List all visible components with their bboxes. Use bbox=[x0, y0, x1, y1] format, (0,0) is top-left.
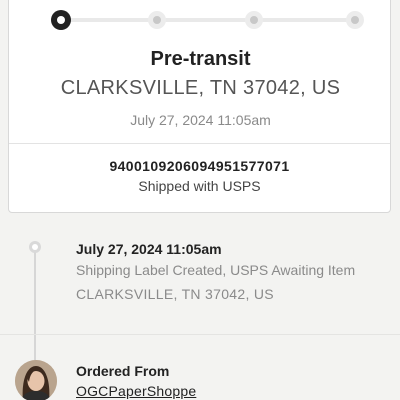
status-block: Pre-transit CLARKSVILLE, TN 37042, US Ju… bbox=[9, 47, 392, 129]
ordered-from-label: Ordered From bbox=[76, 363, 170, 379]
shop-avatar[interactable] bbox=[15, 360, 57, 400]
progress-step-4 bbox=[346, 11, 364, 29]
card-divider bbox=[9, 143, 390, 144]
avatar-portrait-icon bbox=[15, 360, 57, 400]
event-location: CLARKSVILLE, TN 37042, US bbox=[76, 286, 274, 302]
status-date: July 27, 2024 11:05am bbox=[130, 112, 271, 128]
progress-step-2 bbox=[148, 11, 166, 29]
status-location: CLARKSVILLE, TN 37042, US bbox=[60, 77, 341, 99]
tracking-info: 9400109206094951577071 Shipped with USPS bbox=[9, 157, 390, 195]
progress-step-3 bbox=[245, 11, 263, 29]
timeline-dot bbox=[29, 241, 41, 253]
event-description: Shipping Label Created, USPS Awaiting It… bbox=[76, 262, 356, 278]
tracking-event: July 27, 2024 11:05am Shipping Label Cre… bbox=[76, 240, 376, 303]
section-divider bbox=[0, 334, 400, 335]
progress-step-1 bbox=[51, 10, 71, 30]
tracking-number[interactable]: 9400109206094951577071 bbox=[9, 157, 390, 175]
status-title: Pre-transit bbox=[150, 48, 251, 70]
shop-link[interactable]: OGCPaperShoppe bbox=[76, 382, 196, 400]
tracking-card: Pre-transit CLARKSVILLE, TN 37042, US Ju… bbox=[8, 0, 391, 213]
progress-tracker bbox=[51, 10, 364, 30]
carrier-text: Shipped with USPS bbox=[138, 178, 261, 194]
ordered-from: Ordered From OGCPaperShoppe bbox=[76, 362, 196, 400]
event-date: July 27, 2024 11:05am bbox=[76, 241, 222, 257]
